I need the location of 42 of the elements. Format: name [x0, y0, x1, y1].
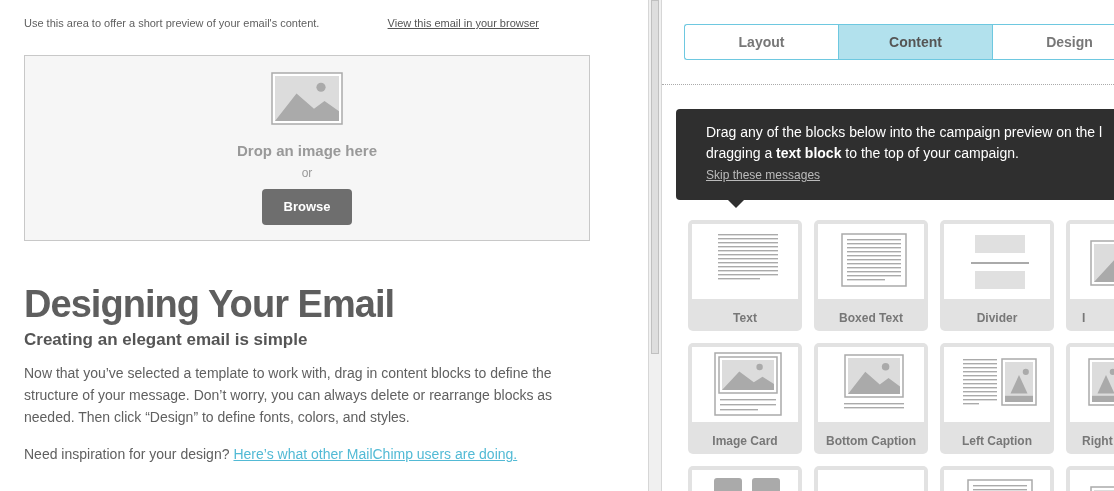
block-label: Image Card [711, 433, 779, 450]
block-label: Left Caption [961, 433, 1033, 450]
image-drop-zone[interactable]: Drop an image here or Browse [24, 54, 590, 241]
block-label: Divider [975, 310, 1019, 327]
block-label: I [1081, 310, 1087, 327]
or-text: or [301, 165, 313, 182]
tip-text: Drag any of the blocks below into the campaign preview on the l [706, 123, 1104, 142]
content-block-tile[interactable]: Text [688, 220, 802, 331]
tab[interactable]: Design [992, 24, 1114, 60]
content-block-tile[interactable]: Divider [940, 220, 1054, 331]
email-subtitle: Creating an elegant email is simple [24, 328, 309, 351]
block-label: Text [732, 310, 758, 327]
browser-link[interactable]: View this email in your browser [387, 15, 539, 32]
divider-icon [971, 235, 1029, 289]
block-label: Boxed Text [838, 310, 904, 327]
drop-prompt: Drop an image here [236, 140, 377, 161]
block-label: Bottom Caption [825, 433, 917, 450]
boxed-text-icon [841, 233, 907, 287]
image-card-icon [714, 352, 782, 416]
image-placeholder-icon [271, 71, 343, 126]
body-paragraph: Now that you’ve selected a template to work with, drag in content blocks to define the structure of your message. Don’t worry, you can always delete or rearrange blocks as needed. Then click “Design” to define fonts, colors, and styles. [24, 364, 554, 427]
bottom-caption-icon [843, 354, 905, 410]
content-block-tile[interactable]: Left Caption [940, 343, 1054, 454]
content-block-tile[interactable]: Bottom Caption [814, 343, 928, 454]
tab[interactable]: Layout [684, 24, 838, 60]
picture-frame-icon [1088, 358, 1114, 406]
browse-button[interactable]: Browse [262, 189, 352, 225]
preheader-text: Use this area to offer a short preview of your email's content. [24, 16, 320, 31]
inspiration-text: Need inspiration for your design? [24, 445, 230, 464]
email-title: Designing Your Email [24, 282, 396, 325]
skip-messages-link[interactable]: Skip these messages [706, 166, 821, 184]
tip-text: dragging a text block to the top of your campaign. [706, 144, 1020, 163]
content-block-tile[interactable]: I [1066, 220, 1114, 331]
content-block-tile[interactable]: Boxed Text [814, 220, 928, 331]
scrollbar-thumb[interactable] [651, 0, 659, 354]
left-caption-icon [963, 358, 1037, 406]
scrollbar[interactable] [648, 0, 662, 491]
content-block-tile[interactable]: Image Card [688, 343, 802, 454]
inspiration-link[interactable]: Here’s what other MailChimp users are doing. [233, 444, 518, 465]
tab[interactable]: Content [838, 24, 992, 60]
content-block-tile[interactable]: Right [1066, 343, 1114, 454]
text-lines-icon [718, 234, 778, 280]
